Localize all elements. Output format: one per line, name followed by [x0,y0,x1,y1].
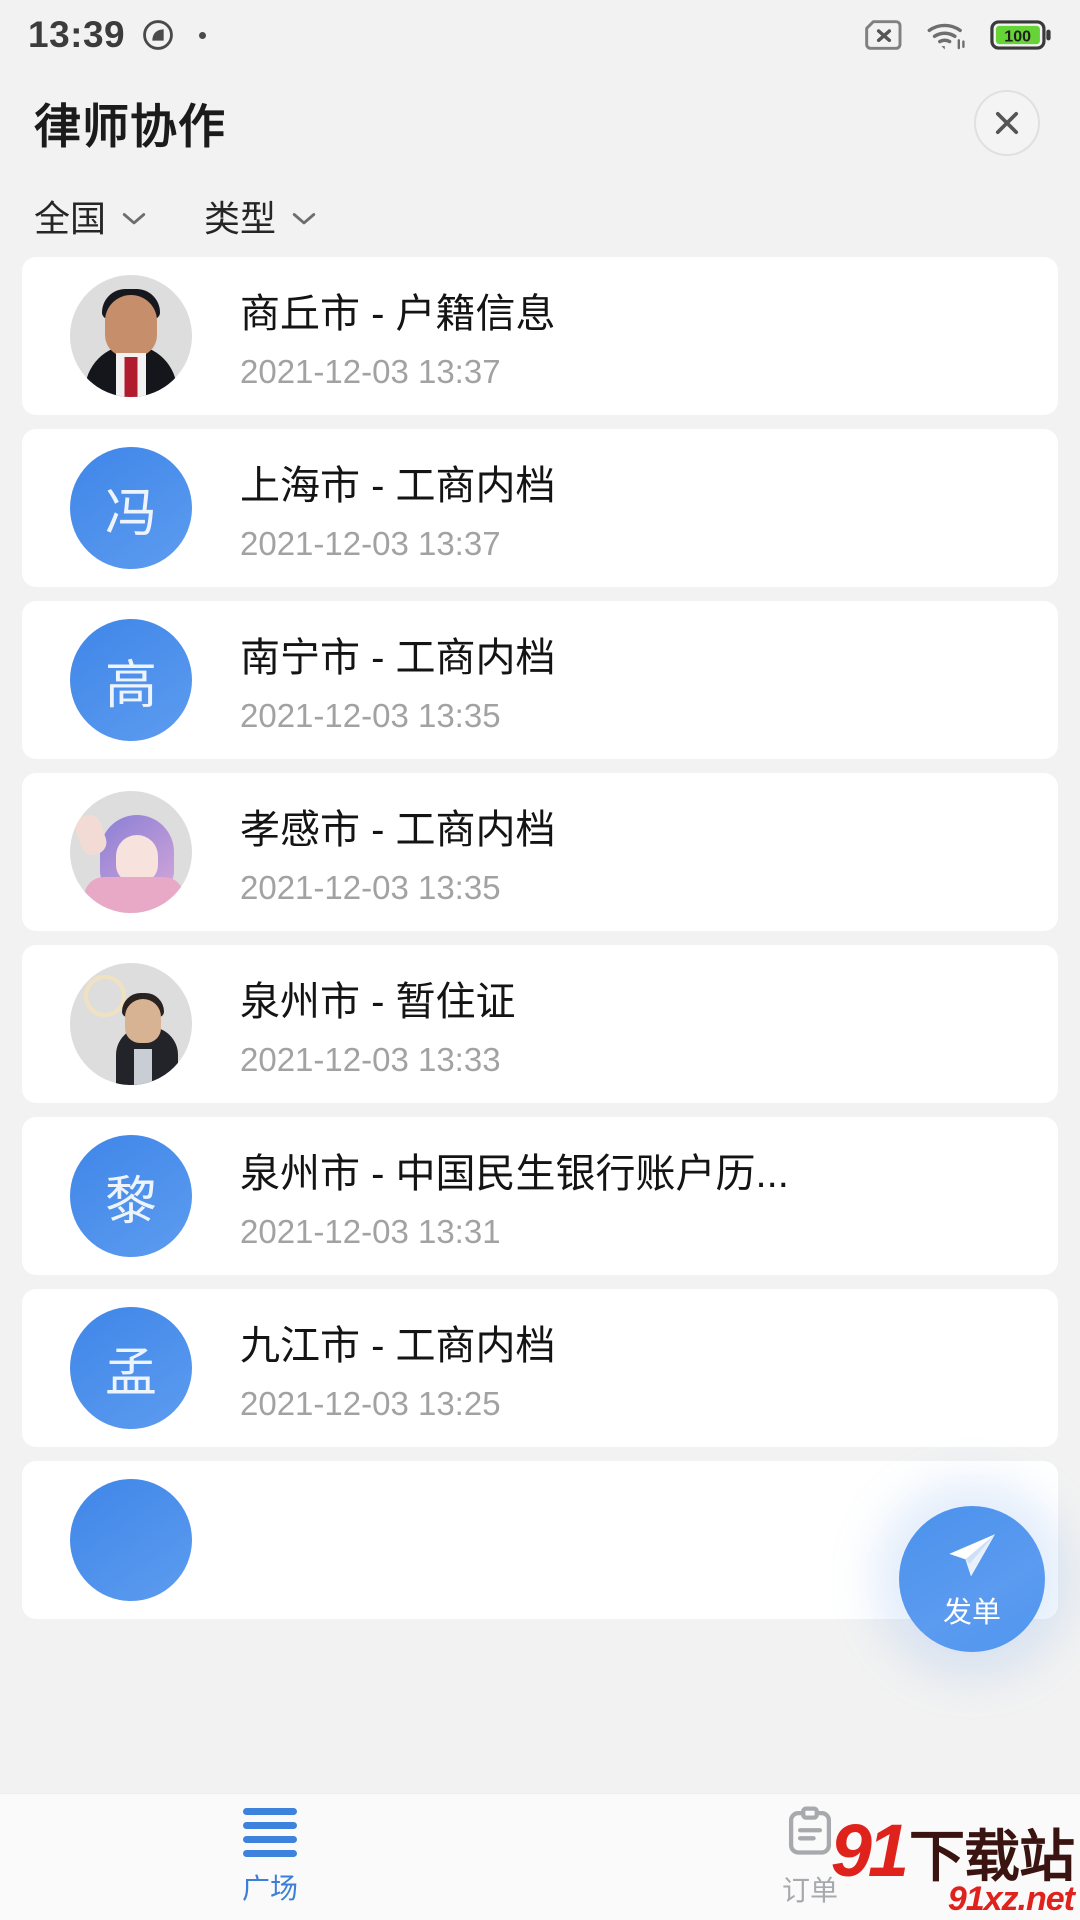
avatar [70,963,192,1085]
list-item-title: 九江市 - 工商内档 [240,1324,556,1368]
list-item-time: 2021-12-03 13:25 [240,1385,501,1422]
list-item-title: 泉州市 - 暂住证 [240,980,516,1024]
list-item[interactable]: 黎 泉州市 - 中国民生银行账户历... 2021-12-03 13:31 [22,1117,1058,1275]
chevron-down-icon [290,209,318,227]
list-item-text: 南宁市 - 工商内档 2021-12-03 13:35 [240,625,1058,735]
filter-region-label: 全国 [34,198,107,239]
list-item-time: 2021-12-03 13:37 [240,353,501,390]
list-lines-icon [243,1807,297,1857]
list-item-text: 商丘市 - 户籍信息 2021-12-03 13:37 [240,281,1058,391]
list-item-text: 上海市 - 工商内档 2021-12-03 13:37 [240,453,1058,563]
sim-card-disabled-icon [864,19,904,51]
avatar: 冯 [70,447,192,569]
nav-item-orders-label: 订单 [781,1875,838,1906]
dot-indicator [199,31,207,39]
list-item-text: 九江市 - 工商内档 2021-12-03 13:25 [240,1313,1058,1423]
filter-region[interactable]: 全国 [34,190,148,242]
chevron-down-icon [120,209,148,227]
create-order-fab[interactable]: 发单 [899,1506,1045,1652]
wifi-icon [926,19,968,51]
status-bar-clock: 13:39 [28,14,126,55]
list-item-text: 孝感市 - 工商内档 2021-12-03 13:35 [240,797,1058,907]
list-item-title: 商丘市 - 户籍信息 [240,292,556,336]
avatar: 高 [70,619,192,741]
list-item-text: 泉州市 - 中国民生银行账户历... 2021-12-03 13:31 [240,1141,1058,1251]
avatar: 孟 [70,1307,192,1429]
battery-icon: 100 [990,19,1052,51]
list-item-time: 2021-12-03 13:31 [240,1213,501,1250]
camera-privacy-icon [141,18,175,52]
list-item[interactable]: 冯 上海市 - 工商内档 2021-12-03 13:37 [22,429,1058,587]
page-title: 律师协作 [34,100,226,153]
watermark-chinese: 下载站 [909,1825,1075,1889]
send-paper-plane-icon [941,1527,1003,1585]
list-item[interactable]: 商丘市 - 户籍信息 2021-12-03 13:37 [22,257,1058,415]
create-order-fab-label: 发单 [942,1597,1001,1629]
nav-item-plaza-label: 广场 [241,1872,298,1904]
list-item-time: 2021-12-03 13:35 [240,869,501,906]
avatar [70,275,192,397]
svg-text:100: 100 [1004,29,1031,46]
avatar [70,1479,192,1601]
list-item[interactable]: 孟 九江市 - 工商内档 2021-12-03 13:25 [22,1289,1058,1447]
status-bar: 13:39 100 [0,0,1080,70]
list-item[interactable]: 泉州市 - 暂住证 2021-12-03 13:33 [22,945,1058,1103]
filter-bar: 全国 类型 [0,175,1080,257]
list-item-title: 上海市 - 工商内档 [240,464,556,508]
avatar [70,791,192,913]
watermark-top: 91 下载站 [830,1808,1075,1892]
list-item-title: 南宁市 - 工商内档 [240,636,556,680]
list-item-time: 2021-12-03 13:37 [240,525,501,562]
watermark-url: 91xz.net [947,1880,1075,1918]
site-watermark: 91 下载站 91xz.net [830,1808,1075,1918]
list-item[interactable]: 孝感市 - 工商内档 2021-12-03 13:35 [22,773,1058,931]
filter-type-label: 类型 [204,198,277,239]
page-header: 律师协作 [0,70,1080,175]
list-item-title: 泉州市 - 中国民生银行账户历... [240,1152,789,1196]
status-bar-right: 100 [864,19,1052,51]
close-icon [990,106,1024,140]
nav-item-plaza[interactable]: 广场 [0,1794,540,1920]
close-button[interactable] [974,89,1040,156]
list-item-title: 孝感市 - 工商内档 [240,808,556,852]
list-item-time: 2021-12-03 13:35 [240,697,501,734]
list-item-time: 2021-12-03 13:33 [240,1041,501,1078]
clipboard-icon [783,1805,837,1859]
filter-type[interactable]: 类型 [204,190,318,242]
avatar: 黎 [70,1135,192,1257]
watermark-number: 91 [830,1808,909,1892]
list-item-text: 泉州市 - 暂住证 2021-12-03 13:33 [240,969,1058,1079]
status-bar-left: 13:39 [28,14,864,56]
list-item[interactable]: 高 南宁市 - 工商内档 2021-12-03 13:35 [22,601,1058,759]
